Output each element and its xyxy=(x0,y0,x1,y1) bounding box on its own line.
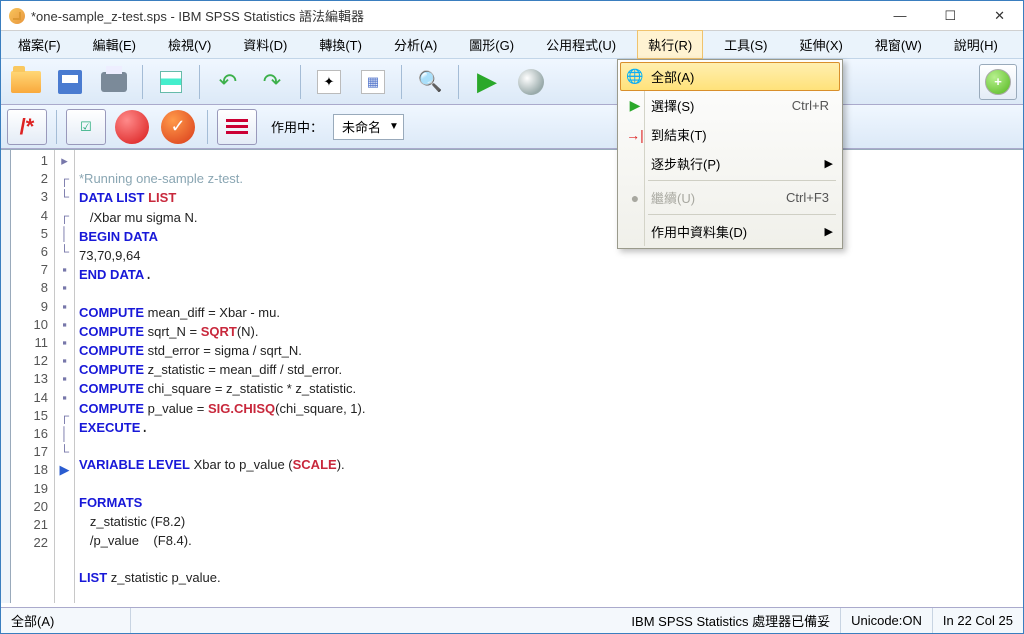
circle-icon xyxy=(115,110,149,144)
table-icon: ▦ xyxy=(361,70,385,94)
separator xyxy=(207,110,208,144)
app-icon xyxy=(9,8,25,24)
menu-help[interactable]: 說明(H) xyxy=(943,30,1009,59)
separator xyxy=(401,65,402,99)
menu-utilities[interactable]: 公用程式(U) xyxy=(535,30,627,59)
bars-icon xyxy=(226,119,248,134)
save-button[interactable] xyxy=(51,64,89,100)
submenu-arrow-icon: ▶ xyxy=(825,157,833,170)
close-button[interactable]: ✕ xyxy=(984,4,1015,28)
separator xyxy=(458,65,459,99)
status-bar: 全部(A) IBM SPSS Statistics 處理器已備妥 Unicode… xyxy=(1,607,1023,633)
status-processor: IBM SPSS Statistics 處理器已備妥 xyxy=(621,608,841,633)
menu-active-dataset[interactable]: 作用中資料集(D) ▶ xyxy=(620,217,840,246)
run-button[interactable]: ▶ xyxy=(468,64,506,100)
redo-button[interactable]: ↷ xyxy=(253,64,291,100)
binoculars-icon: 🔍 xyxy=(418,69,443,94)
record-button[interactable] xyxy=(112,109,152,145)
menu-run-continue: ● 繼續(U) Ctrl+F3 xyxy=(620,183,840,212)
menu-run-step[interactable]: 逐步執行(P) ▶ xyxy=(620,149,840,178)
dialog-button[interactable]: ▦ xyxy=(354,64,392,100)
menu-view[interactable]: 檢視(V) xyxy=(157,30,222,59)
menu-extensions[interactable]: 延伸(X) xyxy=(789,30,854,59)
to-end-icon: →| xyxy=(626,127,644,143)
toolbar-secondary: /* ☑ ✓ 作用中： 未命名 ▼ xyxy=(1,105,1023,149)
active-label: 作用中： xyxy=(263,114,327,140)
plus-icon: + xyxy=(985,69,1011,95)
find-button[interactable]: 🔍 xyxy=(411,64,449,100)
check-icon: ✓ xyxy=(161,110,195,144)
menu-label: 選擇(S) xyxy=(651,96,694,115)
grid-icon xyxy=(160,71,182,93)
menu-label: 到結束(T) xyxy=(651,125,707,144)
goto-button[interactable]: ✦ xyxy=(310,64,348,100)
checklist-icon: ☑ xyxy=(80,119,92,135)
window-title: *one-sample_z-test.sps - IBM SPSS Statis… xyxy=(31,6,883,25)
toggle-button[interactable]: ☑ xyxy=(66,109,106,145)
menu-run-selection[interactable]: ▶ 選擇(S) Ctrl+R xyxy=(620,91,840,120)
menu-label: 逐步執行(P) xyxy=(651,154,720,173)
floppy-icon xyxy=(58,70,82,94)
status-left: 全部(A) xyxy=(1,608,131,633)
continue-icon: ● xyxy=(626,190,644,206)
menu-graphs[interactable]: 圖形(G) xyxy=(458,30,525,59)
check-button[interactable]: ✓ xyxy=(158,109,198,145)
menu-transform[interactable]: 轉換(T) xyxy=(308,30,373,59)
grid-button[interactable] xyxy=(152,64,190,100)
status-position: In 22 Col 25 xyxy=(933,608,1023,633)
bars-button[interactable] xyxy=(217,109,257,145)
menu-window[interactable]: 視窗(W) xyxy=(864,30,933,59)
open-button[interactable] xyxy=(7,64,45,100)
editor: 12345678910111213141516171819202122 ▸┌└┌… xyxy=(1,149,1023,603)
status-unicode: Unicode:ON xyxy=(841,608,933,633)
menu-tools[interactable]: 工具(S) xyxy=(713,30,778,59)
chevron-down-icon: ▼ xyxy=(389,121,399,132)
separator xyxy=(300,65,301,99)
toolbar-main: ↶ ↷ ✦ ▦ 🔍 ▶ + xyxy=(1,59,1023,105)
globe-icon xyxy=(518,69,544,95)
play-icon: ▶ xyxy=(626,97,644,114)
shortcut: Ctrl+F3 xyxy=(786,190,829,205)
dataset-combo[interactable]: 未命名 ▼ xyxy=(333,114,404,140)
maximize-button[interactable]: ☐ xyxy=(934,4,966,28)
menu-label: 作用中資料集(D) xyxy=(651,222,747,241)
line-gutter: 12345678910111213141516171819202122 xyxy=(11,150,55,603)
menu-edit[interactable]: 編輯(E) xyxy=(82,30,147,59)
breakpoint-button[interactable]: /* xyxy=(7,109,47,145)
separator xyxy=(142,65,143,99)
undo-button[interactable]: ↶ xyxy=(209,64,247,100)
fold-gutter: ▸┌└┌│└▪▪▪▪▪▪▪▪┌│└▶ xyxy=(55,150,75,603)
minimize-button[interactable]: — xyxy=(883,4,916,28)
menu-run-to-end[interactable]: →| 到結束(T) xyxy=(620,120,840,149)
separator xyxy=(648,214,836,215)
submenu-arrow-icon: ▶ xyxy=(825,225,833,238)
nav-panel[interactable] xyxy=(1,150,11,603)
menu-label: 全部(A) xyxy=(651,67,694,86)
shortcut: Ctrl+R xyxy=(792,98,829,113)
printer-icon xyxy=(101,72,127,92)
separator xyxy=(56,110,57,144)
globe-icon: 🌐 xyxy=(626,68,644,85)
asterisk-icon: /* xyxy=(20,114,35,140)
menu-file[interactable]: 檔案(F) xyxy=(7,30,72,59)
menu-run-all[interactable]: 🌐 全部(A) xyxy=(620,62,840,91)
separator xyxy=(199,65,200,99)
add-button[interactable]: + xyxy=(979,64,1017,100)
title-bar: *one-sample_z-test.sps - IBM SPSS Statis… xyxy=(1,1,1023,31)
run-menu-dropdown: 🌐 全部(A) ▶ 選擇(S) Ctrl+R →| 到結束(T) 逐步執行(P)… xyxy=(617,59,843,249)
menu-run[interactable]: 執行(R) xyxy=(637,30,703,59)
star-icon: ✦ xyxy=(317,70,341,94)
code-area[interactable]: *Running one-sample z-test. DATA LIST LI… xyxy=(75,150,1023,603)
dataset-value: 未命名 xyxy=(342,117,381,136)
menu-data[interactable]: 資料(D) xyxy=(232,30,298,59)
menu-label: 繼續(U) xyxy=(651,188,695,207)
menu-bar: 檔案(F) 編輯(E) 檢視(V) 資料(D) 轉換(T) 分析(A) 圖形(G… xyxy=(1,31,1023,59)
separator xyxy=(648,180,836,181)
menu-analyze[interactable]: 分析(A) xyxy=(383,30,448,59)
print-button[interactable] xyxy=(95,64,133,100)
stop-button[interactable] xyxy=(512,64,550,100)
folder-icon xyxy=(11,71,41,93)
